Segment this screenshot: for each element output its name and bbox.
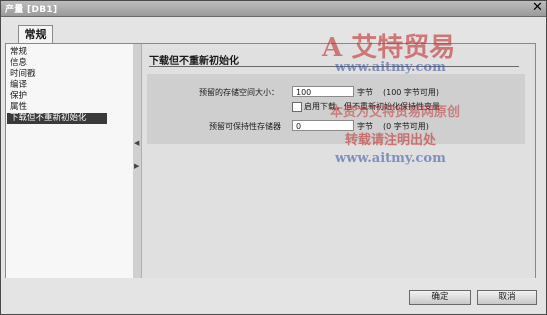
splitter-handle[interactable]: ◀ ▶ (133, 44, 142, 278)
nav-item-download-without-reinit[interactable]: 下载但不重新初始化 (7, 113, 107, 124)
close-icon[interactable]: ✕ (531, 1, 544, 15)
expand-right-icon[interactable]: ▶ (134, 162, 139, 170)
reserved-memory-unit: 字节 (357, 88, 373, 97)
reserved-memory-input[interactable]: 100 (292, 86, 354, 97)
nav-item-info[interactable]: 信息 (7, 58, 131, 69)
reserved-retain-label: 预留可保持性存储器 (209, 122, 281, 131)
reserved-memory-hint: (100 字节可用) (383, 88, 440, 97)
nav-item-protection[interactable]: 保护 (7, 91, 131, 102)
tab-general[interactable]: 常规 (18, 25, 53, 43)
nav-list: 常规 信息 时间戳 编译 保护 属性 下载但不重新初始化 (6, 44, 134, 278)
nav-item-general[interactable]: 常规 (7, 47, 131, 58)
enable-download-label: 启用下载，但不重新初始化保持性变量 (304, 102, 440, 111)
cancel-button[interactable]: 取消 (477, 290, 537, 305)
section-title: 下载但不重新初始化 (149, 56, 239, 67)
reserved-retain-input[interactable]: 0 (292, 120, 354, 131)
nav-item-attributes[interactable]: 属性 (7, 102, 131, 113)
ok-button[interactable]: 确定 (409, 290, 471, 305)
window-title: 产量 [DB1] (5, 5, 58, 15)
nav-item-timestamp[interactable]: 时间戳 (7, 69, 131, 80)
reserved-memory-label: 预留的存储空间大小： (199, 88, 279, 97)
properties-panel: 常规 信息 时间戳 编译 保护 属性 下载但不重新初始化 ◀ ▶ 下载但不重新初… (5, 43, 536, 279)
enable-download-checkbox[interactable] (292, 102, 302, 112)
reserved-retain-hint: (0 字节可用) (383, 122, 429, 131)
nav-item-compile[interactable]: 编译 (7, 80, 131, 91)
properties-dialog: 产量 [DB1] ✕ 常规 常规 信息 时间戳 编译 保护 属性 下载但不重新初… (0, 0, 547, 315)
content-area: 下载但不重新初始化 预留的存储空间大小： 100 字节 (100 字节可用) 启… (142, 44, 535, 278)
settings-form: 预留的存储空间大小： 100 字节 (100 字节可用) 启用下载，但不重新初始… (147, 74, 525, 144)
tab-strip: 常规 (1, 17, 546, 43)
section-divider (149, 66, 519, 67)
collapse-left-icon[interactable]: ◀ (134, 139, 139, 147)
title-bar: 产量 [DB1] ✕ (1, 1, 546, 17)
button-bar: 确定 取消 (1, 278, 546, 314)
reserved-retain-unit: 字节 (357, 122, 373, 131)
